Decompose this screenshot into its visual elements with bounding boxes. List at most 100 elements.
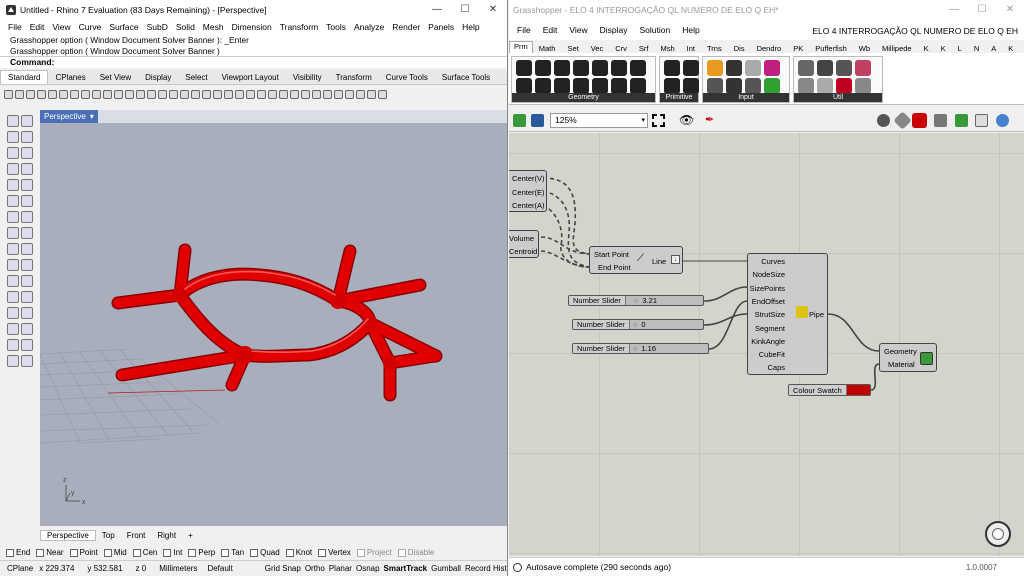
mesh-quality-icon[interactable] <box>955 114 968 127</box>
pipe-component[interactable]: Pipe Curves NodeSize SizePoints EndOffset St… <box>747 253 828 375</box>
tab-standard[interactable]: Standard <box>0 70 49 84</box>
tab-viewport-layout[interactable]: Viewport Layout <box>215 71 286 84</box>
menu-item-panels[interactable]: Panels <box>424 22 458 32</box>
tab-cplanes[interactable]: CPlanes <box>48 71 92 84</box>
pan-icon[interactable] <box>103 89 112 99</box>
cylinder-icon[interactable] <box>334 89 343 99</box>
surface-icon[interactable] <box>312 89 321 99</box>
menu-item-curve[interactable]: Curve <box>75 22 106 32</box>
lock-icon[interactable] <box>224 89 233 99</box>
osnap-cen[interactable]: Cen <box>132 548 157 557</box>
number-slider[interactable]: Number Slider ◌ 1.16 <box>572 343 709 354</box>
tab-curve-tools[interactable]: Curve Tools <box>379 71 435 84</box>
polygon-icon[interactable] <box>7 179 19 191</box>
zoom-extents-icon[interactable] <box>652 114 665 127</box>
arc-icon[interactable] <box>21 147 33 159</box>
sun-icon[interactable] <box>268 89 277 99</box>
gh-tab-vec[interactable]: Vec <box>585 44 610 53</box>
slider-grip-icon[interactable]: ◌ <box>633 320 637 329</box>
checkbox[interactable] <box>250 548 259 557</box>
array-icon[interactable] <box>21 275 33 287</box>
curve-icon[interactable] <box>21 131 33 143</box>
eye-icon[interactable]: 👁 <box>679 113 694 127</box>
menu-item-edit[interactable]: Edit <box>26 22 49 32</box>
geometry-param-13-icon[interactable] <box>630 78 646 94</box>
util-param-7-icon[interactable] <box>855 78 871 94</box>
copy-icon[interactable] <box>70 89 79 99</box>
input-param-2-icon[interactable] <box>745 60 761 76</box>
geometry-param-9-icon[interactable] <box>554 78 570 94</box>
toggle-record-history[interactable]: Record History <box>463 564 507 573</box>
geometry-param-10-icon[interactable] <box>573 78 589 94</box>
gh-tab-n[interactable]: N <box>968 44 985 53</box>
new-file-icon[interactable] <box>4 89 13 99</box>
util-param-1-icon[interactable] <box>817 60 833 76</box>
geometry-param-5-icon[interactable] <box>611 60 627 76</box>
geometry-param-4-icon[interactable] <box>592 60 608 76</box>
util-param-2-icon[interactable] <box>836 60 852 76</box>
rhino-maximize-button[interactable]: ☐ <box>451 0 479 19</box>
menu-item-dimension[interactable]: Dimension <box>228 22 276 32</box>
menu-item-subd[interactable]: SubD <box>143 22 172 32</box>
open-file-icon[interactable] <box>513 114 526 127</box>
split-icon[interactable] <box>7 259 19 271</box>
osnap-point[interactable]: Point <box>69 548 98 557</box>
gh-tab-crv[interactable]: Crv <box>609 44 633 53</box>
gh-tab-set[interactable]: Set <box>561 44 584 53</box>
gh-maximize-button[interactable]: ☐ <box>968 0 996 19</box>
rectangle-icon[interactable] <box>21 163 33 175</box>
text-icon[interactable] <box>21 323 33 335</box>
toggle-ortho[interactable]: Ortho <box>303 564 327 573</box>
tab-set-view[interactable]: Set View <box>93 71 138 84</box>
number-slider[interactable]: Number Slider ◌ 3.21 <box>568 295 704 306</box>
rhino-close-button[interactable]: ✕ <box>479 0 507 19</box>
gh-tab-math[interactable]: Math <box>533 44 562 53</box>
osnap-mid[interactable]: Mid <box>103 548 127 557</box>
gh-tab-msh[interactable]: Msh <box>654 44 680 53</box>
chevron-down-icon[interactable]: ▾ <box>90 112 94 121</box>
util-param-0-icon[interactable] <box>798 60 814 76</box>
gh-tab-l[interactable]: L <box>1019 44 1024 53</box>
osnap-knot[interactable]: Knot <box>285 548 312 557</box>
scale-icon[interactable] <box>7 291 19 303</box>
gh-tab-k[interactable]: K <box>918 44 935 53</box>
menu-item-analyze[interactable]: Analyze <box>350 22 388 32</box>
gh-menu-item-edit[interactable]: Edit <box>537 25 564 35</box>
light-icon[interactable] <box>21 355 33 367</box>
point-icon[interactable] <box>213 89 222 99</box>
osnap-tan[interactable]: Tan <box>221 548 244 557</box>
viewport-tab-front[interactable]: Front <box>121 531 152 540</box>
checkbox[interactable] <box>285 548 294 557</box>
mirror-icon[interactable] <box>7 307 19 319</box>
rotate-icon[interactable] <box>21 291 33 303</box>
swatch-color[interactable] <box>846 385 870 395</box>
gh-tab-k[interactable]: K <box>1002 44 1019 53</box>
zoom-dynamic-icon[interactable] <box>158 89 167 99</box>
input-param-4-icon[interactable] <box>707 78 723 94</box>
util-param-6-icon[interactable] <box>836 78 852 94</box>
gh-menu-item-file[interactable]: File <box>511 25 537 35</box>
gh-tab-a[interactable]: A <box>985 44 1002 53</box>
circle-icon[interactable] <box>7 147 19 159</box>
trim-icon[interactable] <box>21 259 33 271</box>
checkbox[interactable] <box>36 548 45 557</box>
gh-menu-item-solution[interactable]: Solution <box>634 25 677 35</box>
perspective-viewport[interactable]: z xy <box>39 123 507 526</box>
canvas-navigation-widget[interactable] <box>985 521 1011 547</box>
gh-tab-prm[interactable]: Prm <box>509 41 533 53</box>
sphere-icon[interactable] <box>21 211 33 223</box>
osnap-disable[interactable]: Disable <box>397 548 434 557</box>
dimension-icon[interactable] <box>7 323 19 335</box>
menu-item-surface[interactable]: Surface <box>105 22 142 32</box>
primitive-param-1-icon[interactable] <box>683 60 699 76</box>
toggle-osnap[interactable]: Osnap <box>354 564 382 573</box>
preview-wire-icon[interactable] <box>877 114 890 127</box>
geometry-param-2-icon[interactable] <box>554 60 570 76</box>
gh-tab-int[interactable]: Int <box>681 44 701 53</box>
rotate-view-icon[interactable] <box>114 89 123 99</box>
paste-icon[interactable] <box>81 89 90 99</box>
join-icon[interactable] <box>7 275 19 287</box>
command-prompt[interactable]: Command: <box>0 56 507 68</box>
gh-menu-item-view[interactable]: View <box>563 25 593 35</box>
menu-item-help[interactable]: Help <box>458 22 483 32</box>
